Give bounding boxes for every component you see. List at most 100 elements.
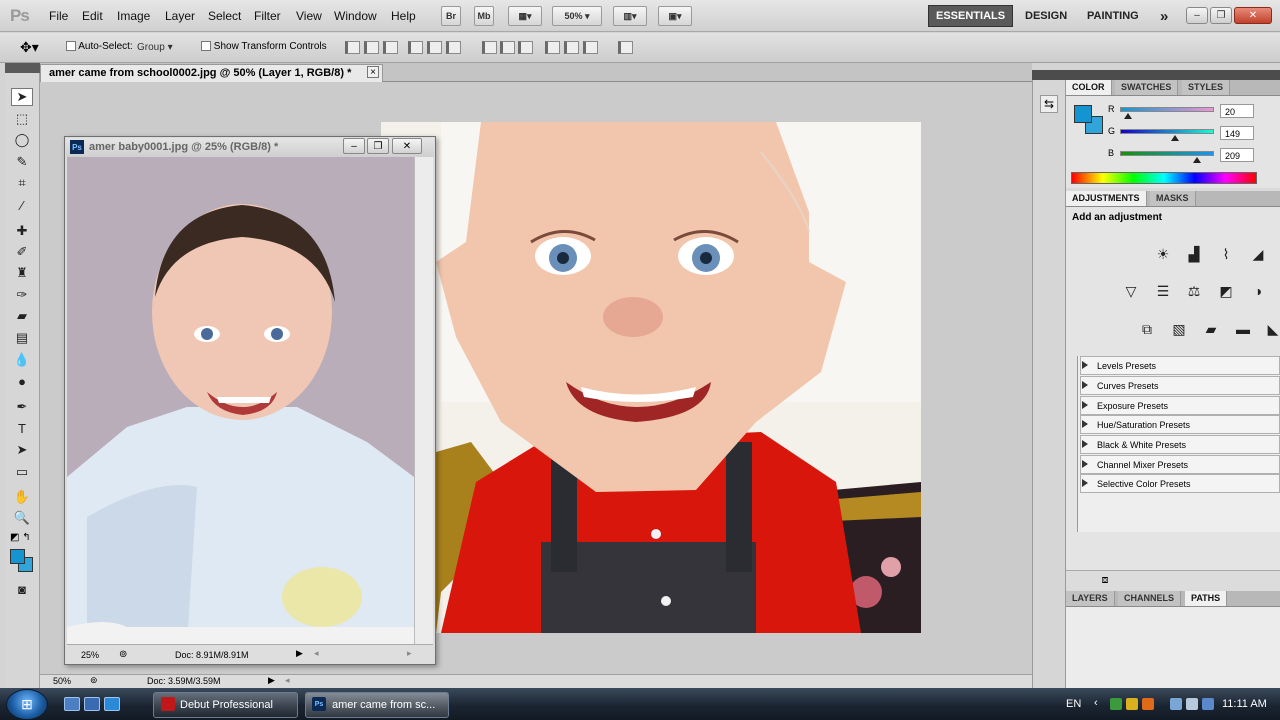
floating-zoom-value[interactable]: 25% bbox=[81, 650, 99, 660]
menu-image[interactable]: Image bbox=[117, 9, 150, 23]
status-preview-icon[interactable]: ⊚ bbox=[90, 675, 98, 686]
view-extras-button[interactable]: ▦▾ bbox=[508, 6, 542, 26]
screen-mode-button[interactable]: ▣▾ bbox=[658, 6, 692, 26]
eraser-tool-icon[interactable]: ▰ bbox=[11, 307, 33, 325]
status-zoom-value[interactable]: 50% bbox=[53, 676, 71, 686]
volume-icon[interactable] bbox=[1186, 698, 1198, 710]
status-scroll-left-icon[interactable]: ◂ bbox=[285, 675, 290, 686]
distribute-vcenter-icon[interactable] bbox=[500, 41, 515, 54]
tab-color[interactable]: COLOR bbox=[1066, 80, 1112, 95]
zoom-level-dropdown[interactable]: 50% ▾ bbox=[552, 6, 602, 26]
floating-vertical-scrollbar[interactable] bbox=[414, 157, 433, 644]
network-icon[interactable] bbox=[1170, 698, 1182, 710]
channel-mixer-icon[interactable]: ⧉ bbox=[1136, 320, 1158, 338]
close-app-button[interactable]: ✕ bbox=[1234, 7, 1272, 24]
move-tool-preset-icon[interactable]: ✥▾ bbox=[20, 39, 39, 56]
healing-brush-tool-icon[interactable]: ✚ bbox=[11, 222, 33, 240]
restore-button[interactable]: ❐ bbox=[1210, 7, 1232, 24]
tray-clock[interactable]: 11:11 AM bbox=[1222, 698, 1267, 710]
marquee-tool-icon[interactable]: ⬚ bbox=[11, 110, 33, 128]
workspace-painting[interactable]: PAINTING bbox=[1080, 5, 1146, 27]
preset-selective-color[interactable]: Selective Color Presets bbox=[1080, 474, 1280, 493]
blue-slider-thumb[interactable] bbox=[1193, 157, 1201, 163]
internet-explorer-icon[interactable] bbox=[104, 697, 120, 711]
preset-levels[interactable]: Levels Presets bbox=[1080, 356, 1280, 375]
rectangle-tool-icon[interactable]: ▭ bbox=[11, 463, 33, 481]
tab-swatches[interactable]: SWATCHES bbox=[1115, 80, 1179, 95]
invert-icon[interactable]: ▧ bbox=[1168, 320, 1190, 338]
transform-controls-checkbox[interactable] bbox=[201, 41, 211, 52]
expand-arrow-icon[interactable] bbox=[1082, 381, 1088, 389]
hue-saturation-icon[interactable]: ☰ bbox=[1152, 282, 1174, 300]
arrange-documents-button[interactable]: ▥▾ bbox=[613, 6, 647, 26]
history-panel-icon[interactable]: ⇆ bbox=[1040, 95, 1058, 113]
align-bottom-icon[interactable] bbox=[383, 41, 398, 54]
document-tab[interactable]: amer came from school0002.jpg @ 50% (Lay… bbox=[40, 64, 383, 82]
tray-app-icon-2[interactable] bbox=[1126, 698, 1138, 710]
menu-file[interactable]: File bbox=[49, 9, 68, 23]
clone-stamp-tool-icon[interactable]: ♜ bbox=[11, 264, 33, 282]
float-close-button[interactable]: ✕ bbox=[392, 138, 422, 154]
tray-expand-icon[interactable]: ‹ bbox=[1094, 697, 1098, 709]
red-slider-thumb[interactable] bbox=[1124, 113, 1132, 119]
distribute-hcenter-icon[interactable] bbox=[564, 41, 579, 54]
gradient-map-icon[interactable]: ◣ bbox=[1262, 320, 1280, 338]
floating-scroll-left-icon[interactable]: ◂ bbox=[314, 648, 319, 659]
green-value-input[interactable]: 149 bbox=[1220, 126, 1254, 140]
float-minimize-button[interactable]: – bbox=[343, 138, 365, 154]
floating-preview-icon[interactable]: ⊚ bbox=[119, 649, 127, 660]
tab-channels[interactable]: CHANNELS bbox=[1118, 591, 1182, 606]
language-indicator[interactable]: EN bbox=[1066, 698, 1081, 710]
dodge-tool-icon[interactable]: ● bbox=[11, 372, 33, 390]
minibridge-button[interactable]: Mb bbox=[474, 6, 494, 26]
tab-styles[interactable]: STYLES bbox=[1182, 80, 1231, 95]
blue-slider[interactable] bbox=[1120, 151, 1214, 156]
red-slider[interactable] bbox=[1120, 107, 1214, 112]
expand-arrow-icon[interactable] bbox=[1082, 440, 1088, 448]
taskbar-photoshop-button[interactable]: amer came from sc... bbox=[305, 692, 449, 718]
preset-black-white[interactable]: Black & White Presets bbox=[1080, 435, 1280, 454]
posterize-icon[interactable]: ▰ bbox=[1200, 320, 1222, 338]
quick-selection-tool-icon[interactable]: ✎ bbox=[11, 153, 33, 171]
default-colors-icon[interactable]: ◩ ↰ bbox=[10, 532, 31, 543]
threshold-icon[interactable]: ▬ bbox=[1232, 320, 1254, 338]
switch-windows-icon[interactable] bbox=[84, 697, 100, 711]
color-spectrum-bar[interactable] bbox=[1071, 172, 1257, 184]
expand-arrow-icon[interactable] bbox=[1082, 479, 1088, 487]
status-info-arrow-icon[interactable]: ▶ bbox=[268, 675, 275, 686]
floating-scroll-right-icon[interactable]: ▸ bbox=[407, 648, 412, 659]
expand-arrow-icon[interactable] bbox=[1082, 361, 1088, 369]
auto-select-dropdown[interactable]: Group ▾ bbox=[134, 40, 186, 56]
preset-curves[interactable]: Curves Presets bbox=[1080, 376, 1280, 395]
minimize-button[interactable]: – bbox=[1186, 7, 1208, 24]
pen-tool-icon[interactable]: ✒ bbox=[11, 398, 33, 416]
crop-tool-icon[interactable]: ⌗ bbox=[11, 174, 33, 192]
vibrance-icon[interactable]: ▽ bbox=[1120, 282, 1142, 300]
align-top-icon[interactable] bbox=[345, 41, 360, 54]
gradient-tool-icon[interactable]: ▤ bbox=[11, 329, 33, 347]
red-value-input[interactable]: 20 bbox=[1220, 104, 1254, 118]
menu-edit[interactable]: Edit bbox=[82, 9, 103, 23]
tab-paths[interactable]: PATHS bbox=[1185, 591, 1228, 606]
tray-app-icon-3[interactable] bbox=[1142, 698, 1154, 710]
align-right-icon[interactable] bbox=[446, 41, 461, 54]
exposure-icon[interactable]: ◢ bbox=[1247, 245, 1269, 263]
photo-filter-icon[interactable]: ◑ bbox=[1247, 282, 1269, 300]
preset-exposure[interactable]: Exposure Presets bbox=[1080, 396, 1280, 415]
distribute-top-icon[interactable] bbox=[482, 41, 497, 54]
floating-info-arrow-icon[interactable]: ▶ bbox=[296, 648, 303, 659]
tray-app-icon-1[interactable] bbox=[1110, 698, 1122, 710]
hand-tool-icon[interactable]: ✋ bbox=[11, 488, 33, 506]
align-vcenter-icon[interactable] bbox=[364, 41, 379, 54]
workspace-essentials[interactable]: ESSENTIALS bbox=[928, 5, 1014, 27]
menu-filter[interactable]: Filter bbox=[254, 9, 281, 23]
lasso-tool-icon[interactable]: ◯ bbox=[11, 131, 33, 149]
start-button[interactable]: ⊞ bbox=[6, 689, 48, 720]
eyedropper-tool-icon[interactable]: ⁄ bbox=[11, 196, 33, 214]
panel-dock-header[interactable] bbox=[1032, 70, 1280, 80]
tab-layers[interactable]: LAYERS bbox=[1066, 591, 1115, 606]
workspace-more-button[interactable]: » bbox=[1153, 5, 1175, 27]
auto-select-option[interactable]: Auto-Select: bbox=[66, 41, 133, 52]
distribute-right-icon[interactable] bbox=[583, 41, 598, 54]
blue-value-input[interactable]: 209 bbox=[1220, 148, 1254, 162]
